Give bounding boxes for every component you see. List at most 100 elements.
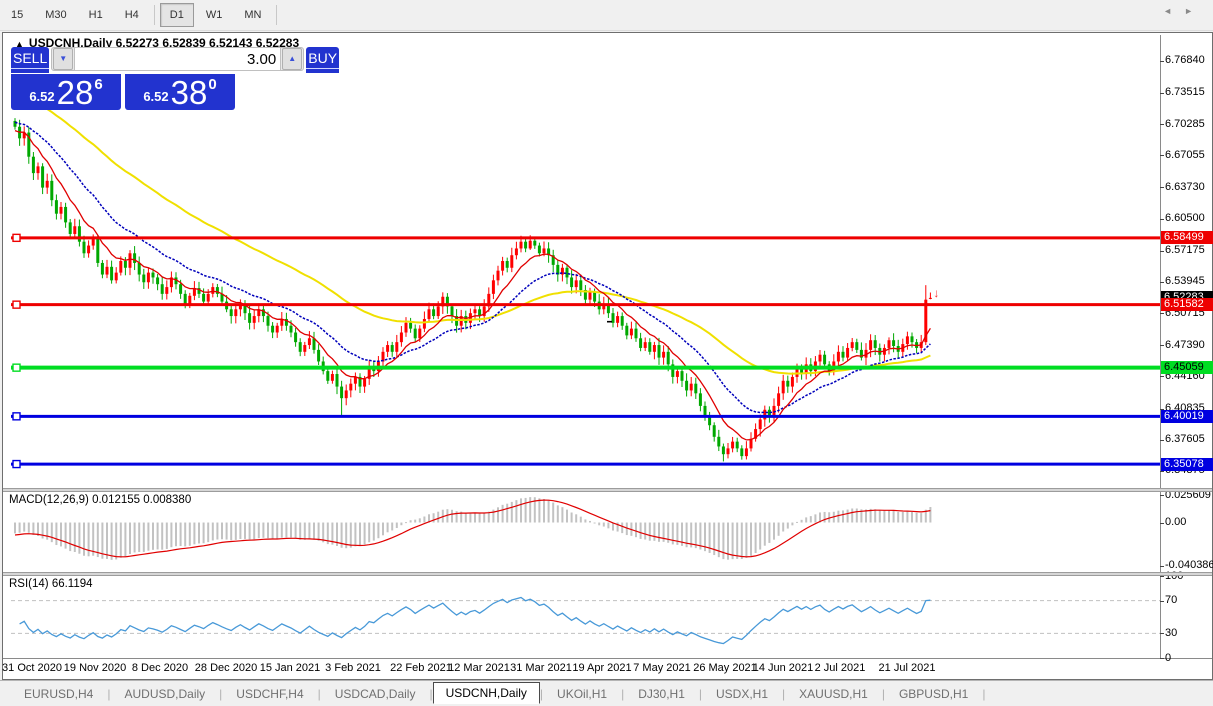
ma-slow-yellow bbox=[14, 93, 931, 375]
tab-separator: | bbox=[982, 687, 986, 701]
pane-splitter[interactable] bbox=[3, 572, 1212, 576]
tab-scroll-arrows[interactable]: ◄► bbox=[1163, 6, 1205, 16]
ma-fast-red bbox=[14, 129, 931, 441]
macd-bar bbox=[14, 522, 16, 534]
macd-bar bbox=[405, 522, 407, 524]
sell-price-box[interactable]: 6.52 28 6 bbox=[11, 74, 121, 110]
macd-bar bbox=[133, 522, 136, 553]
buy-button[interactable]: BUY bbox=[306, 47, 340, 73]
chart-tab-gbpusd[interactable]: GBPUSD,H1 bbox=[885, 684, 982, 704]
price-tick-label: 6.73515 bbox=[1165, 86, 1205, 99]
axis-tick bbox=[1160, 124, 1164, 125]
chart-tab-usdx[interactable]: USDX,H1 bbox=[702, 684, 782, 704]
macd-bar bbox=[791, 522, 794, 526]
macd-bar bbox=[736, 522, 739, 559]
level-price-label: 6.58499 bbox=[1161, 231, 1213, 245]
sell-button[interactable]: SELL bbox=[11, 47, 50, 73]
date-tick-label: 21 Jul 2021 bbox=[878, 662, 936, 674]
macd-bar bbox=[418, 518, 421, 523]
price-axis-separator bbox=[1160, 35, 1161, 658]
sell-price-prefix: 6.52 bbox=[29, 89, 55, 104]
macd-bar bbox=[188, 522, 191, 546]
chart-tab-usdcad[interactable]: USDCAD,Daily bbox=[321, 684, 430, 704]
date-tick-label: 31 Mar 2021 bbox=[510, 662, 572, 674]
rsi-pane[interactable]: RSI(14) 66.1194 bbox=[3, 576, 1212, 658]
price-tick-label: 6.67055 bbox=[1165, 148, 1205, 161]
level-line-handle[interactable] bbox=[12, 300, 21, 309]
macd-bar bbox=[161, 522, 164, 550]
macd-bar bbox=[837, 510, 840, 523]
date-tick-label: 26 May 2021 bbox=[693, 662, 757, 674]
macd-bar bbox=[87, 522, 90, 557]
macd-bar bbox=[276, 522, 279, 539]
macd-bar bbox=[745, 522, 748, 558]
rsi-tick-label: 70 bbox=[1165, 594, 1178, 607]
timeframe-button-h1[interactable]: H1 bbox=[79, 3, 113, 27]
macd-bar bbox=[317, 522, 320, 541]
level-line-handle[interactable] bbox=[12, 459, 21, 469]
macd-bar bbox=[731, 522, 734, 560]
rsi-canvas[interactable] bbox=[11, 576, 1160, 658]
macd-pane[interactable]: MACD(12,26,9) 0.012155 0.008380 bbox=[3, 492, 1212, 572]
timeframe-button-d1[interactable]: D1 bbox=[159, 3, 194, 27]
macd-bar bbox=[184, 522, 187, 547]
buy-price-box[interactable]: 6.52 38 0 bbox=[125, 74, 235, 110]
timeframe-button-h4[interactable]: H4 bbox=[115, 3, 149, 27]
macd-bar bbox=[18, 522, 21, 533]
level-line-handle[interactable] bbox=[12, 233, 21, 243]
macd-bar bbox=[253, 522, 256, 540]
macd-bar bbox=[271, 522, 274, 539]
scroll-left-icon[interactable]: ◄ bbox=[1163, 6, 1184, 16]
lot-size-input[interactable] bbox=[74, 47, 282, 71]
timeframe-button-w1[interactable]: W1 bbox=[196, 3, 233, 27]
macd-bar bbox=[639, 522, 642, 539]
date-tick-label: 3 Feb 2021 bbox=[325, 662, 381, 674]
timeframe-button-15[interactable]: 15 bbox=[1, 3, 33, 27]
chart-tab-audusd[interactable]: AUDUSD,Daily bbox=[110, 684, 219, 704]
chart-tab-dj30[interactable]: DJ30,H1 bbox=[624, 684, 699, 704]
macd-bar bbox=[842, 510, 844, 523]
chart-tab-eurusd[interactable]: EURUSD,H4 bbox=[10, 684, 107, 704]
chart-tab-usdcnh[interactable]: USDCNH,Daily bbox=[432, 682, 540, 704]
macd-bar bbox=[759, 522, 762, 550]
chart-tab-xauusd[interactable]: XAUUSD,H1 bbox=[785, 684, 882, 704]
macd-bar bbox=[671, 522, 674, 545]
axis-tick bbox=[1160, 313, 1164, 314]
macd-bar bbox=[198, 522, 200, 544]
date-tick-label: 28 Dec 2020 bbox=[194, 662, 258, 674]
macd-bar bbox=[883, 510, 886, 523]
macd-bar bbox=[593, 522, 596, 524]
macd-bar bbox=[763, 522, 766, 546]
timeframe-button-m30[interactable]: M30 bbox=[35, 3, 76, 27]
macd-bar bbox=[175, 522, 177, 547]
timeframe-button-mn[interactable]: MN bbox=[234, 3, 271, 27]
macd-bar bbox=[78, 522, 81, 554]
macd-bar bbox=[529, 497, 532, 523]
chart-tab-ukoil[interactable]: UKOil,H1 bbox=[543, 684, 621, 704]
lot-increase-button[interactable]: ▲ bbox=[282, 48, 303, 70]
date-tick-label: 7 May 2021 bbox=[633, 662, 691, 674]
level-price-label: 6.45059 bbox=[1161, 361, 1213, 375]
chart-tab-usdchf[interactable]: USDCHF,H4 bbox=[222, 684, 317, 704]
lot-decrease-button[interactable]: ▼ bbox=[53, 48, 74, 70]
level-line-handle[interactable] bbox=[12, 363, 21, 372]
macd-bar bbox=[363, 522, 366, 545]
macd-bar bbox=[800, 519, 803, 523]
price-tick-label: 6.60500 bbox=[1165, 212, 1205, 224]
macd-bar bbox=[782, 522, 785, 532]
macd-bar bbox=[257, 522, 260, 539]
rsi-label: RSI(14) 66.1194 bbox=[9, 578, 93, 590]
level-line-handle[interactable] bbox=[12, 412, 21, 421]
date-tick-label: 14 Jun 2021 bbox=[752, 662, 814, 674]
macd-bar bbox=[50, 522, 53, 543]
date-axis[interactable]: 31 Oct 2020 19 Nov 2020 8 Dec 2020 28 Dec 2… bbox=[2, 659, 1212, 678]
axis-tick bbox=[1160, 470, 1164, 472]
macd-bar bbox=[855, 508, 858, 523]
scroll-right-icon[interactable]: ► bbox=[1184, 6, 1205, 16]
pane-splitter[interactable] bbox=[3, 488, 1212, 492]
macd-bar bbox=[285, 522, 288, 538]
macd-bar bbox=[566, 509, 568, 523]
macd-bar bbox=[400, 522, 403, 526]
macd-bar bbox=[515, 500, 518, 523]
macd-bar bbox=[589, 520, 591, 523]
